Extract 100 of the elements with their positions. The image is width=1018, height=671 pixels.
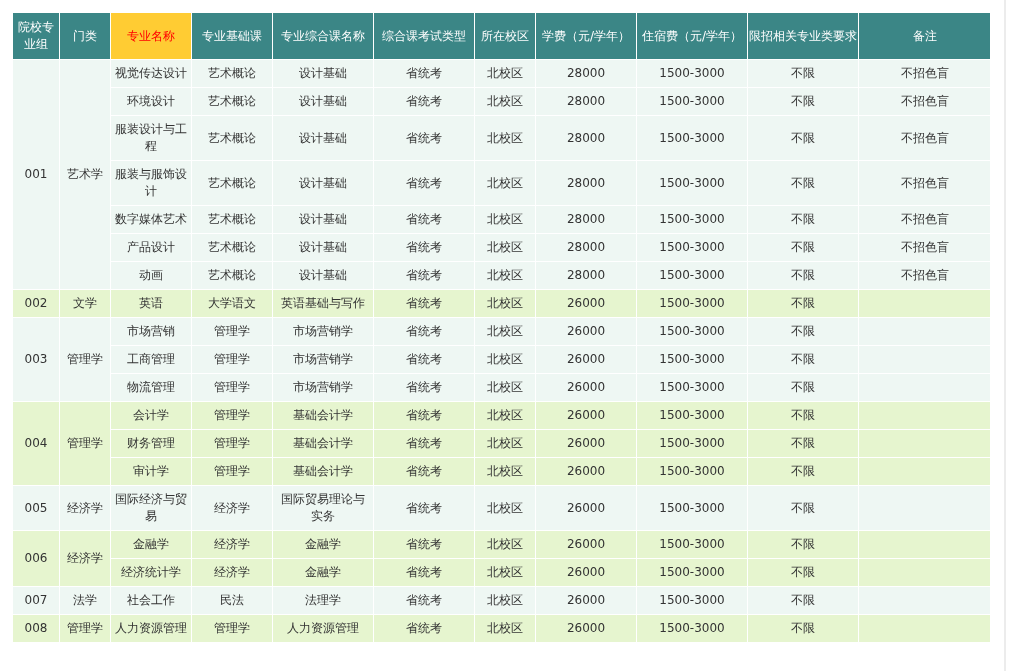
table-cell: 不招色盲: [858, 261, 991, 290]
table-cell: 人力资源管理: [110, 614, 192, 643]
table-cell: 产品设计: [110, 233, 192, 262]
table-cell: 艺术概论: [191, 160, 273, 206]
table-cell: 市场营销学: [272, 345, 374, 374]
table-cell: 北校区: [474, 345, 536, 374]
table-cell: 不限: [747, 530, 859, 559]
table-cell: 不招色盲: [858, 115, 991, 161]
table-cell: 1500-3000: [636, 429, 748, 458]
table-cell: 1500-3000: [636, 345, 748, 374]
table-cell: 法理学: [272, 586, 374, 615]
table-cell: 26000: [535, 317, 637, 346]
table-cell: 26000: [535, 289, 637, 318]
column-header: 院校专业组: [12, 12, 60, 60]
table-cell: 不限: [747, 586, 859, 615]
table-cell: 1500-3000: [636, 317, 748, 346]
table-cell: 经济学: [59, 530, 111, 587]
table-cell: 北校区: [474, 59, 536, 88]
table-cell: 省统考: [373, 401, 475, 430]
table-cell: 26000: [535, 586, 637, 615]
table-cell: 北校区: [474, 115, 536, 161]
table-cell: 管理学: [59, 317, 111, 402]
table-cell: 26000: [535, 614, 637, 643]
table-cell: 不限: [747, 485, 859, 531]
table-cell: 省统考: [373, 429, 475, 458]
table-cell: 不限: [747, 457, 859, 486]
table-cell: 1500-3000: [636, 233, 748, 262]
table-cell: 北校区: [474, 233, 536, 262]
column-header: 专业名称: [110, 12, 192, 60]
table-cell: 省统考: [373, 261, 475, 290]
table-cell: 北校区: [474, 586, 536, 615]
table-cell: 北校区: [474, 205, 536, 234]
column-header: 限招相关专业类要求: [747, 12, 859, 60]
table-cell: 英语: [110, 289, 192, 318]
table-cell: 省统考: [373, 205, 475, 234]
table-cell: 1500-3000: [636, 160, 748, 206]
table-cell: 省统考: [373, 530, 475, 559]
table-cell: 1500-3000: [636, 289, 748, 318]
table-cell: 不限: [747, 289, 859, 318]
table-cell: 26000: [535, 485, 637, 531]
table-cell: 28000: [535, 233, 637, 262]
table-cell: 服装与服饰设计: [110, 160, 192, 206]
table-cell: 26000: [535, 558, 637, 587]
table-cell: 金融学: [272, 558, 374, 587]
table-cell: 不限: [747, 205, 859, 234]
table-cell: 设计基础: [272, 160, 374, 206]
table-cell: 省统考: [373, 87, 475, 116]
table-cell: 不限: [747, 558, 859, 587]
table-cell: 管理学: [59, 401, 111, 486]
table-cell: 北校区: [474, 614, 536, 643]
table-cell: 不招色盲: [858, 160, 991, 206]
table-cell: 007: [12, 586, 60, 615]
table-cell: 008: [12, 614, 60, 643]
table-cell: 28000: [535, 160, 637, 206]
table-cell: 不限: [747, 233, 859, 262]
table-cell: 不限: [747, 87, 859, 116]
table-cell: 金融学: [110, 530, 192, 559]
table-cell: 26000: [535, 401, 637, 430]
table-cell: 省统考: [373, 345, 475, 374]
table-cell: 经济统计学: [110, 558, 192, 587]
table-cell: 数字媒体艺术: [110, 205, 192, 234]
table-cell: 1500-3000: [636, 558, 748, 587]
table-cell: 经济学: [59, 485, 111, 531]
table-cell: 1500-3000: [636, 261, 748, 290]
table-cell: 28000: [535, 205, 637, 234]
table-cell: 28000: [535, 115, 637, 161]
table-cell: 北校区: [474, 558, 536, 587]
table-cell: 管理学: [191, 457, 273, 486]
table-cell: 不限: [747, 160, 859, 206]
column-header: 门类: [59, 12, 111, 60]
table-cell: 艺术概论: [191, 87, 273, 116]
table-cell: 北校区: [474, 317, 536, 346]
table-cell: 管理学: [191, 401, 273, 430]
table-cell: 不限: [747, 614, 859, 643]
table-cell: 动画: [110, 261, 192, 290]
table-cell: 设计基础: [272, 233, 374, 262]
table-cell: 不限: [747, 345, 859, 374]
table-cell: 法学: [59, 586, 111, 615]
table-cell: 1500-3000: [636, 401, 748, 430]
table-cell: 英语基础与写作: [272, 289, 374, 318]
table-cell: 省统考: [373, 373, 475, 402]
column-header: 学费（元/学年）: [535, 12, 637, 60]
table-cell: 艺术概论: [191, 115, 273, 161]
table-cell: 不限: [747, 59, 859, 88]
table-cell: 28000: [535, 261, 637, 290]
table-cell: 不招色盲: [858, 87, 991, 116]
table-cell: 服装设计与工程: [110, 115, 192, 161]
table-cell: 经济学: [191, 558, 273, 587]
table-cell: 经济学: [191, 485, 273, 531]
table-cell: 市场营销学: [272, 317, 374, 346]
table-cell: 管理学: [191, 373, 273, 402]
table-cell: 006: [12, 530, 60, 587]
table-cell: 市场营销学: [272, 373, 374, 402]
table-cell: 1500-3000: [636, 373, 748, 402]
table-cell: 金融学: [272, 530, 374, 559]
table-cell: 艺术概论: [191, 233, 273, 262]
table-cell: 基础会计学: [272, 401, 374, 430]
table-cell: 北校区: [474, 289, 536, 318]
table-cell: 省统考: [373, 558, 475, 587]
column-header: 所在校区: [474, 12, 536, 60]
